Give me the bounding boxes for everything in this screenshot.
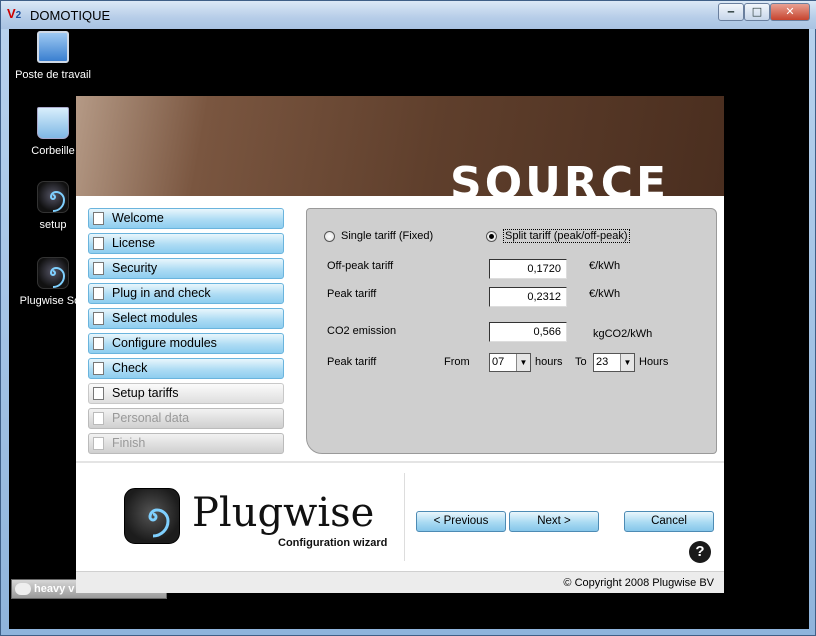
peak-tariff-input[interactable]: 0,2312 <box>489 287 567 307</box>
copyright-text: © Copyright 2008 Plugwise BV <box>563 577 714 589</box>
title-bar[interactable]: V2 DOMOTIQUE ‒ □ ✕ <box>1 1 816 29</box>
from-hour-value: 07 <box>492 356 505 368</box>
chevron-down-icon[interactable]: ▼ <box>516 354 530 371</box>
page-icon <box>93 337 104 350</box>
footer-divider-line <box>76 461 724 463</box>
split-tariff-label[interactable]: Split tariff (peak/off-peak) <box>503 229 630 243</box>
chevron-down-icon[interactable]: ▼ <box>620 354 634 371</box>
footer-vertical-divider <box>404 473 405 561</box>
nav-item-finish: Finish <box>88 433 284 454</box>
close-button[interactable]: ✕ <box>770 3 810 21</box>
page-icon <box>93 312 104 325</box>
nav-item-license[interactable]: License <box>88 233 284 254</box>
nav-item-plug-in-and-check[interactable]: Plug in and check <box>88 283 284 304</box>
page-icon <box>93 287 104 300</box>
banner: SOURCE <box>76 96 724 209</box>
offpeak-tariff-label: Off-peak tariff <box>327 260 394 272</box>
nav-item-label: License <box>112 236 156 250</box>
nav-item-configure-modules[interactable]: Configure modules <box>88 333 284 354</box>
desktop-icon-label: Poste de travail <box>15 69 91 81</box>
offpeak-unit: €/kWh <box>589 260 621 272</box>
from-label: From <box>444 356 470 368</box>
to-hour-select[interactable]: 23 ▼ <box>593 353 635 372</box>
guest-desktop: Poste de travail Corbeille setup Plugwis… <box>9 29 809 629</box>
logo-subtitle: Configuration wizard <box>278 537 388 549</box>
nav-item-welcome[interactable]: Welcome <box>88 208 284 229</box>
plugwise-spiral-icon <box>37 181 69 213</box>
window-title: DOMOTIQUE <box>30 8 111 23</box>
peak-hours-label: Peak tariff <box>327 356 377 368</box>
app-icon: V2 <box>7 6 22 21</box>
taskbar-item-label: heavy v <box>34 583 75 595</box>
recycle-bin-icon <box>37 107 69 139</box>
vm-window: V2 DOMOTIQUE ‒ □ ✕ Poste de travail Corb… <box>0 0 816 636</box>
page-icon <box>93 362 104 375</box>
peak-tariff-label: Peak tariff <box>327 288 377 300</box>
plugwise-shortcut-icon <box>37 257 69 289</box>
tariff-settings-panel: Single tariff (Fixed) Split tariff (peak… <box>306 208 717 454</box>
hours-label-2: Hours <box>639 356 669 368</box>
from-hour-select[interactable]: 07 ▼ <box>489 353 531 372</box>
hours-label: hours <box>535 356 563 368</box>
co2-emission-input[interactable]: 0,566 <box>489 322 567 342</box>
page-icon <box>93 237 104 250</box>
nav-item-check[interactable]: Check <box>88 358 284 379</box>
co2-emission-label: CO2 emission <box>327 325 397 337</box>
page-icon <box>93 437 104 450</box>
help-icon[interactable]: ? <box>689 541 711 563</box>
taskbar-item-icon <box>15 583 31 595</box>
split-tariff-radio[interactable] <box>486 231 497 242</box>
to-label: To <box>575 356 587 368</box>
installer-window: SOURCE Welcome License Security Plug in … <box>76 96 724 593</box>
nav-item-personal-data: Personal data <box>88 408 284 429</box>
nav-item-setup-tariffs[interactable]: Setup tariffs <box>88 383 284 404</box>
peak-unit: €/kWh <box>589 288 621 300</box>
logo-name: Plugwise <box>192 490 375 536</box>
single-tariff-radio[interactable] <box>324 231 335 242</box>
nav-item-label: Select modules <box>112 311 198 325</box>
co2-unit: kgCO2/kWh <box>593 328 653 340</box>
page-icon <box>93 212 104 225</box>
cancel-button[interactable]: Cancel <box>624 511 714 532</box>
copyright-bar: © Copyright 2008 Plugwise BV <box>76 571 724 593</box>
nav-item-label: Check <box>112 361 148 375</box>
nav-item-label: Personal data <box>112 411 190 425</box>
nav-item-label: Finish <box>112 436 146 450</box>
nav-item-label: Welcome <box>112 211 164 225</box>
nav-item-label: Plug in and check <box>112 286 211 300</box>
nav-item-select-modules[interactable]: Select modules <box>88 308 284 329</box>
maximize-button[interactable]: □ <box>744 3 770 21</box>
desktop-icon-computer[interactable]: Poste de travail <box>11 31 95 81</box>
offpeak-tariff-input[interactable]: 0,1720 <box>489 259 567 279</box>
computer-icon <box>37 31 69 63</box>
page-icon <box>93 412 104 425</box>
next-button[interactable]: Next > <box>509 511 599 532</box>
nav-item-security[interactable]: Security <box>88 258 284 279</box>
previous-button[interactable]: < Previous <box>416 511 506 532</box>
to-hour-value: 23 <box>596 356 609 368</box>
nav-item-label: Setup tariffs <box>112 386 179 400</box>
minimize-button[interactable]: ‒ <box>718 3 744 21</box>
page-icon <box>93 387 104 400</box>
plugwise-logo-icon <box>124 488 180 544</box>
nav-item-label: Configure modules <box>112 336 217 350</box>
nav-item-label: Security <box>112 261 158 275</box>
single-tariff-label[interactable]: Single tariff (Fixed) <box>341 230 433 242</box>
page-icon <box>93 262 104 275</box>
